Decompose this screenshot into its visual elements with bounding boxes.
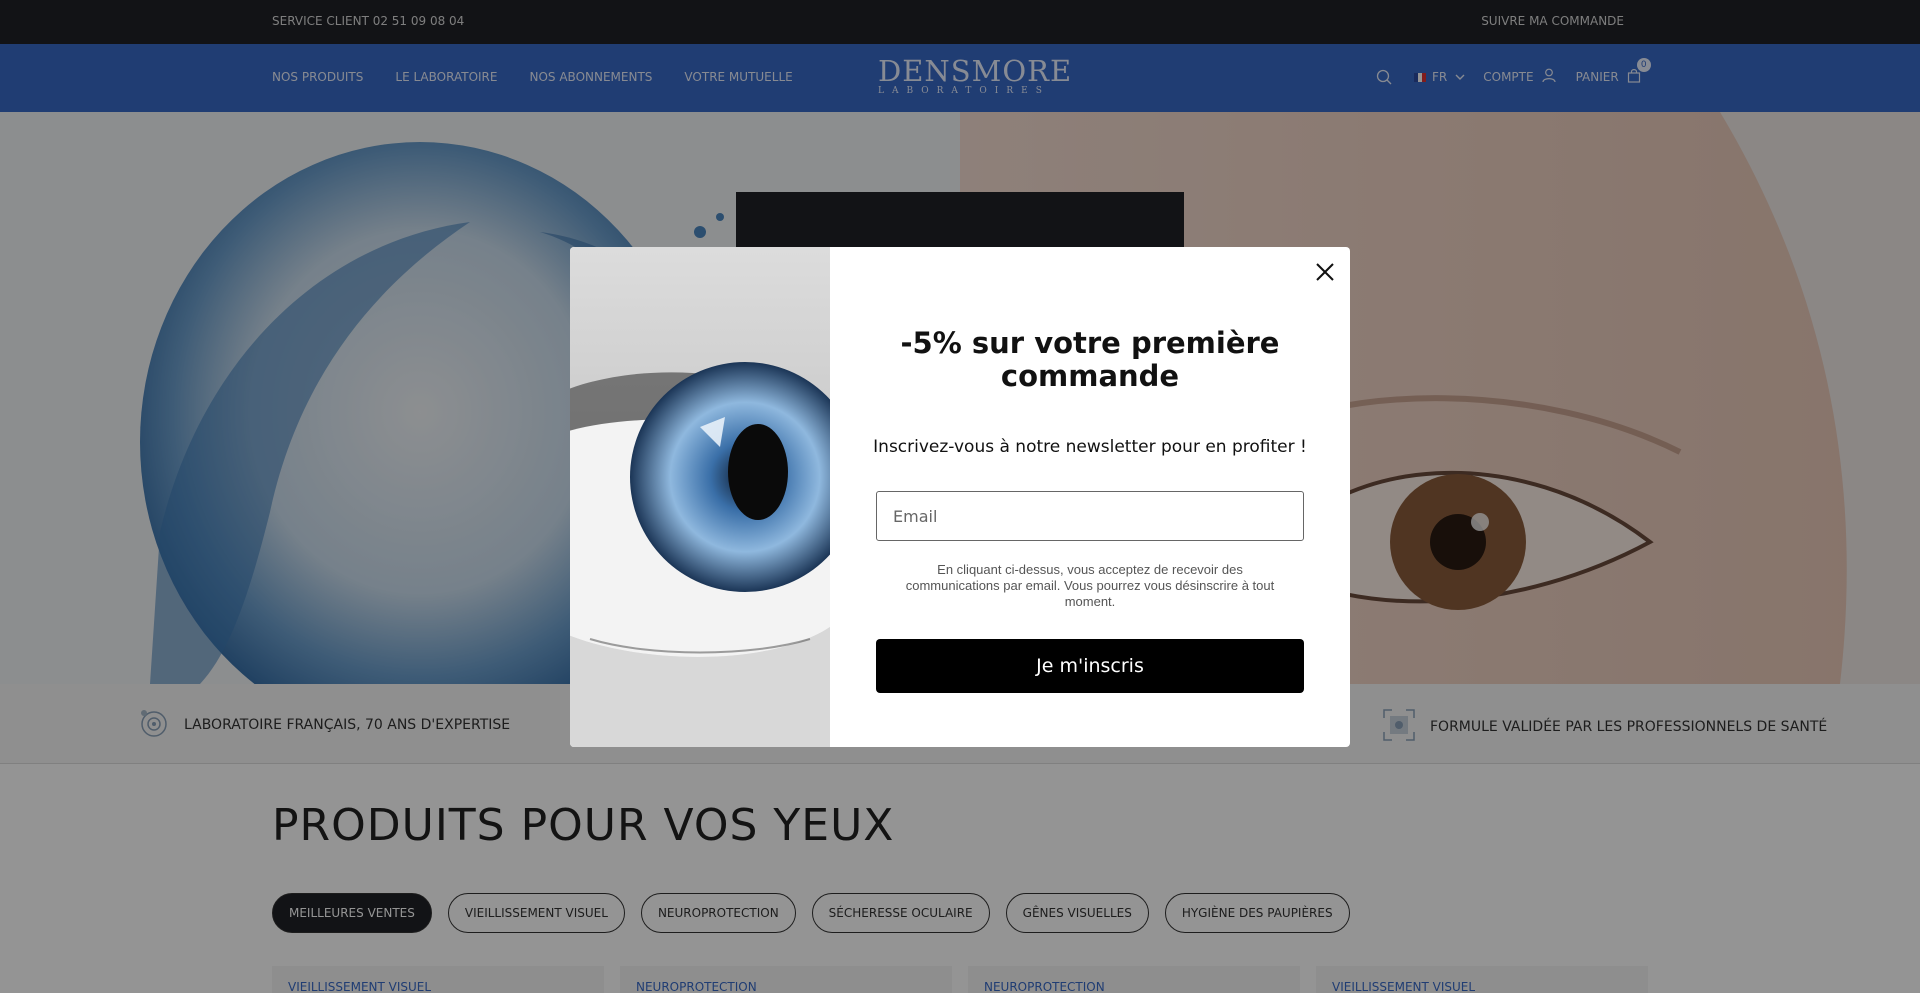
subscribe-button[interactable]: Je m'inscris	[876, 639, 1304, 693]
popup-content: -5% sur votre première commande Inscrive…	[830, 247, 1350, 747]
popup-title: -5% sur votre première commande	[900, 326, 1280, 393]
popup-legal-text: En cliquant ci-dessus, vous acceptez de …	[905, 562, 1275, 609]
close-icon[interactable]	[1312, 259, 1338, 285]
newsletter-popup: -5% sur votre première commande Inscrive…	[570, 247, 1350, 747]
blue-eye-image	[570, 247, 830, 747]
email-field[interactable]	[876, 491, 1304, 541]
popup-subtitle: Inscrivez-vous à notre newsletter pour e…	[873, 437, 1307, 457]
